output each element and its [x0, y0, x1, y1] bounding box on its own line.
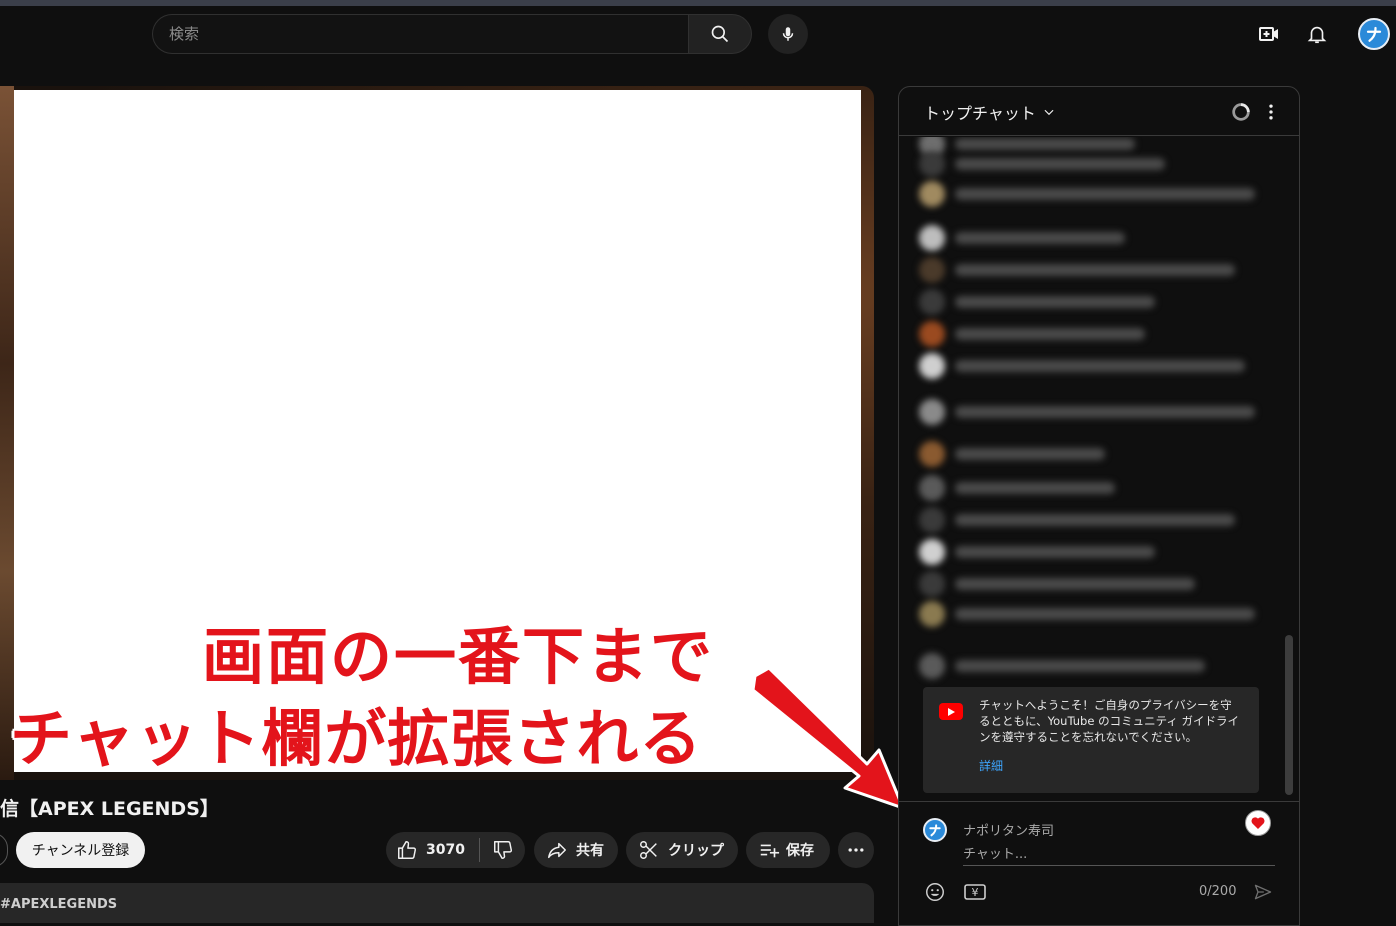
chat-message [919, 399, 1255, 425]
chat-refresh-button[interactable] [1229, 100, 1253, 124]
send-button[interactable] [1251, 880, 1275, 904]
thumbs-down-icon[interactable] [492, 839, 514, 861]
live-chat-panel: トップチャット チャットへようこそ！ご自身のプライバシーを守るとともに、YouT… [898, 86, 1300, 926]
chat-message [919, 151, 1165, 177]
chat-message [919, 181, 1255, 207]
chat-message-input[interactable] [963, 844, 1275, 866]
reaction-button[interactable] [1245, 810, 1271, 836]
search-box[interactable] [152, 14, 689, 54]
scissors-icon [640, 841, 657, 859]
account-avatar[interactable] [1358, 18, 1390, 50]
char-counter: 0/200 [1199, 884, 1237, 899]
description-box[interactable] [0, 883, 874, 923]
chat-message [919, 225, 1125, 251]
bell-icon [1307, 26, 1327, 44]
loading-icon [1232, 103, 1250, 121]
like-count: 3070 [426, 842, 465, 858]
clip-label: クリップ [668, 843, 724, 859]
create-button[interactable] [1255, 20, 1283, 48]
more-horizontal-icon [848, 848, 864, 852]
chat-message [919, 539, 1155, 565]
video-frame-edge [0, 86, 14, 780]
youtube-logo-icon [939, 703, 963, 720]
emoji-button[interactable] [923, 880, 947, 904]
chat-scrollbar[interactable] [1285, 635, 1293, 795]
chat-message [919, 571, 1195, 597]
save-label: 保存 [786, 843, 814, 859]
video-title: 信【APEX LEGENDS】 [0, 798, 219, 820]
more-actions-button[interactable] [838, 832, 874, 868]
chat-welcome-learn-more-link[interactable]: 詳細 [979, 757, 1003, 774]
chat-message [919, 475, 1115, 501]
create-video-icon [1259, 27, 1278, 41]
like-separator [478, 838, 480, 862]
search-input[interactable] [169, 15, 669, 53]
chat-message [919, 507, 1235, 533]
channel-avatar-edge[interactable] [0, 833, 8, 867]
chat-header: トップチャット [899, 87, 1299, 136]
chat-message [919, 601, 1255, 627]
chat-message [919, 289, 1155, 315]
like-dislike-group[interactable]: 3070 [386, 832, 525, 868]
playlist-add-icon [760, 844, 780, 858]
user-avatar-icon [929, 824, 941, 837]
chat-title: トップチャット [924, 104, 1036, 123]
clip-button[interactable]: クリップ [626, 832, 738, 868]
chat-user-avatar [923, 818, 947, 842]
user-avatar-icon [1366, 26, 1382, 42]
description-hashtag[interactable]: #APEXLEGENDS [0, 897, 117, 912]
chat-message-list[interactable] [899, 137, 1299, 687]
browser-top-strip [0, 0, 1396, 6]
annotation-arrow-icon [751, 668, 905, 810]
chat-user-name: ナポリタン寿司 [963, 824, 1055, 839]
more-vertical-icon [1269, 104, 1273, 120]
thumbs-up-icon [398, 841, 417, 859]
chat-message [919, 653, 1205, 679]
chat-message [919, 441, 1105, 467]
search-button[interactable] [688, 14, 752, 54]
microphone-icon [782, 27, 794, 41]
chat-welcome-banner: チャットへようこそ！ご自身のプライバシーを守るとともに、YouTube のコミュ… [923, 687, 1259, 793]
heart-icon [1251, 817, 1265, 829]
notifications-button[interactable] [1303, 20, 1331, 48]
share-label: 共有 [576, 843, 604, 859]
yen-label: ¥ [972, 886, 979, 899]
chat-input-area: ナポリタン寿司 ¥ 0/200 [899, 801, 1299, 925]
chat-message [919, 353, 1245, 379]
chat-menu-button[interactable] [1259, 100, 1283, 124]
chat-message [919, 321, 1145, 347]
save-button[interactable]: 保存 [746, 832, 830, 868]
voice-search-button[interactable] [768, 14, 808, 54]
chat-mode-selector[interactable]: トップチャット [924, 100, 1056, 124]
share-icon [548, 842, 566, 859]
super-chat-button[interactable]: ¥ [963, 880, 987, 904]
share-button[interactable]: 共有 [534, 832, 618, 868]
search-icon [711, 25, 729, 43]
subscribe-button[interactable]: チャンネル登録 [16, 832, 145, 868]
chat-message [919, 257, 1235, 283]
send-icon [1254, 884, 1272, 900]
currency-icon: ¥ [964, 884, 986, 900]
emoji-icon [926, 883, 944, 901]
annotation-line-1: 画面の一番下まで [202, 620, 715, 693]
annotation-line-2: チャット欄が拡張される [10, 702, 703, 775]
chevron-down-icon [1044, 109, 1054, 116]
chat-welcome-text: チャットへようこそ！ご自身のプライバシーを守るとともに、YouTube のコミュ… [979, 698, 1240, 744]
